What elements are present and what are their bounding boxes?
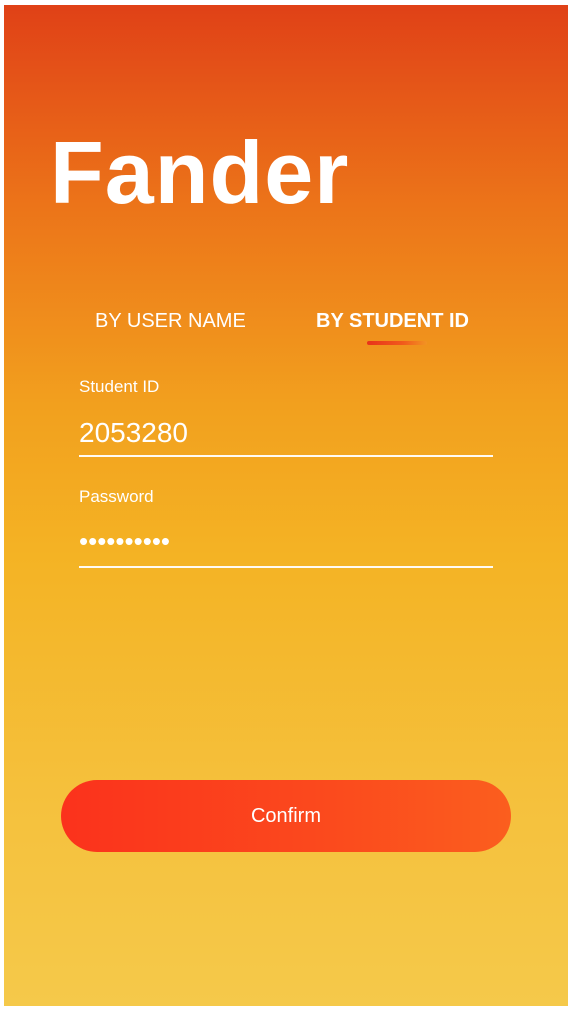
password-input[interactable] bbox=[79, 517, 493, 568]
student-id-label: Student ID bbox=[79, 377, 160, 396]
active-tab-indicator bbox=[367, 341, 427, 345]
login-screen: Fander BY USER NAME BY STUDENT ID Studen… bbox=[4, 5, 568, 1006]
password-label: Password bbox=[79, 487, 154, 506]
app-title: Fander bbox=[50, 123, 350, 222]
tab-by-student-id[interactable]: BY STUDENT ID bbox=[316, 310, 469, 333]
student-id-input[interactable] bbox=[79, 411, 493, 457]
confirm-button[interactable]: Confirm bbox=[61, 780, 511, 852]
tab-by-user-name[interactable]: BY USER NAME bbox=[95, 310, 246, 333]
